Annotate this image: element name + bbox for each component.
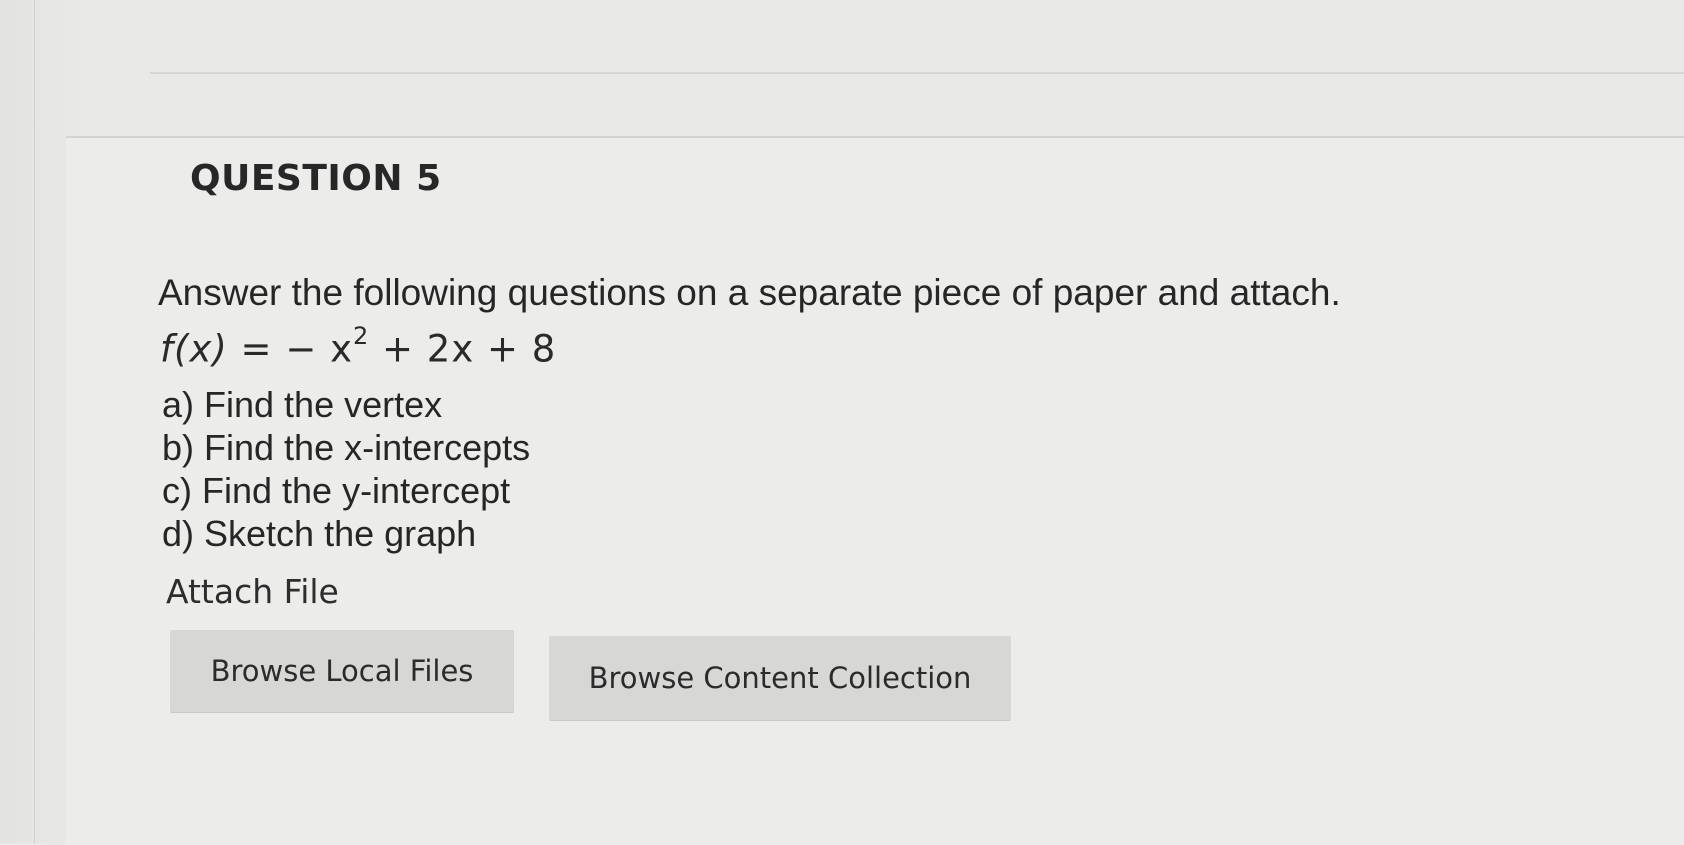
browse-local-files-button[interactable]: Browse Local Files — [170, 630, 514, 712]
formula-term-after-exponent: + 2x + 8 — [369, 327, 557, 371]
margin-divider — [34, 0, 35, 843]
browse-content-collection-label: Browse Content Collection — [588, 661, 972, 695]
browse-content-collection-button[interactable]: Browse Content Collection — [549, 636, 1011, 720]
top-divider — [150, 72, 1684, 74]
browse-local-files-label: Browse Local Files — [210, 654, 474, 688]
question-part-a: a) Find the vertex — [162, 384, 443, 425]
question-part-d: d) Sketch the graph — [162, 513, 477, 554]
formula-lhs: f(x) — [160, 327, 228, 371]
question-instruction: Answer the following questions on a sepa… — [158, 272, 1341, 313]
formula-term-before-exponent: = − x — [227, 327, 353, 371]
function-formula: f(x) = − x2 + 2x + 8 — [160, 322, 557, 371]
attach-file-label: Attach File — [166, 572, 339, 611]
formula-exponent: 2 — [352, 322, 370, 350]
question-title: QUESTION 5 — [190, 158, 442, 199]
question-part-b: b) Find the x-intercepts — [162, 427, 531, 468]
question-part-c: c) Find the y-intercept — [162, 470, 511, 511]
